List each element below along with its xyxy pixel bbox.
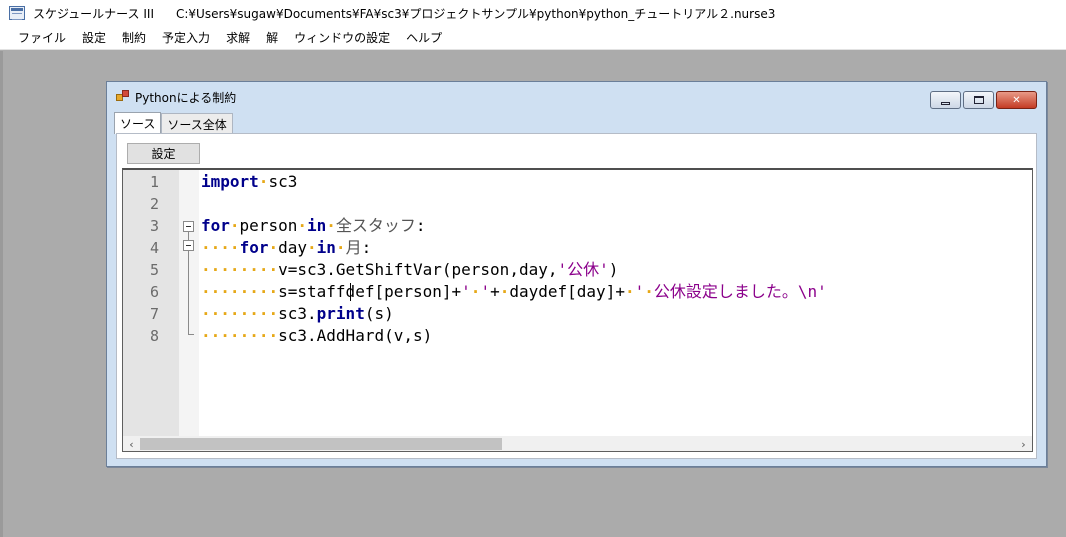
child-title-bar[interactable]: Pythonによる制約 ✕ xyxy=(107,82,1046,112)
tab-source[interactable]: ソース xyxy=(114,112,162,134)
app-title-bar: スケジュールナース III C:¥Users¥sugaw¥Documents¥F… xyxy=(0,0,1066,26)
menu-help[interactable]: ヘルプ xyxy=(398,27,450,48)
line-number: 6 xyxy=(149,283,159,301)
menu-schedule-input[interactable]: 予定入力 xyxy=(154,27,218,48)
scrollbar-thumb[interactable] xyxy=(140,438,502,450)
menu-solve[interactable]: 求解 xyxy=(218,27,258,48)
scroll-right-icon[interactable]: › xyxy=(1015,436,1032,451)
minimize-icon xyxy=(941,101,950,105)
fold-end-marker xyxy=(188,334,194,335)
code-line-8[interactable]: ········sc3.AddHard(v,s) xyxy=(201,325,432,347)
window-controls: ✕ xyxy=(930,91,1037,109)
maximize-button[interactable] xyxy=(963,91,994,109)
line-number: 1 xyxy=(149,173,159,191)
menu-settings[interactable]: 設定 xyxy=(74,27,114,48)
menu-window-settings[interactable]: ウィンドウの設定 xyxy=(286,27,398,48)
window-icon xyxy=(116,90,130,104)
line-number: 7 xyxy=(149,305,159,323)
code-editor[interactable]: 1 2 3 4 5 6 7 8 import·sc3 for·person·in… xyxy=(122,168,1033,452)
mdi-left-edge xyxy=(0,51,3,537)
tab-strip: ソース ソース全体 xyxy=(114,112,233,134)
child-window-title: Pythonによる制約 xyxy=(135,90,237,105)
app-window-icon xyxy=(9,6,25,20)
fold-toggle-line-4[interactable] xyxy=(183,240,194,251)
fold-line xyxy=(188,232,189,240)
settings-button[interactable]: 設定 xyxy=(127,143,200,164)
line-number: 2 xyxy=(149,195,159,213)
code-line-3[interactable]: for·person·in·全スタッフ: xyxy=(201,215,426,237)
fold-line xyxy=(188,251,189,334)
minimize-button[interactable] xyxy=(930,91,961,109)
line-number-gutter: 1 2 3 4 5 6 7 8 xyxy=(123,170,179,436)
close-button[interactable]: ✕ xyxy=(996,91,1037,109)
code-line-1[interactable]: import·sc3 xyxy=(201,171,297,193)
line-number: 4 xyxy=(149,239,159,257)
line-number: 8 xyxy=(149,327,159,345)
file-path: C:¥Users¥sugaw¥Documents¥FA¥sc3¥プロジェクトサン… xyxy=(176,6,776,21)
horizontal-scrollbar[interactable]: ‹ › xyxy=(123,436,1032,451)
tab-source-all[interactable]: ソース全体 xyxy=(161,113,233,134)
fold-margin xyxy=(179,170,199,436)
menu-solution[interactable]: 解 xyxy=(258,27,286,48)
app-name: スケジュールナース III xyxy=(33,6,154,21)
code-line-4[interactable]: ····for·day·in·月: xyxy=(201,237,371,259)
line-number: 3 xyxy=(149,217,159,235)
menu-file[interactable]: ファイル xyxy=(10,27,74,48)
menu-constraints[interactable]: 制約 xyxy=(114,27,154,48)
close-icon: ✕ xyxy=(1012,94,1021,106)
fold-toggle-line-3[interactable] xyxy=(183,221,194,232)
text-caret xyxy=(350,283,351,301)
line-number: 5 xyxy=(149,261,159,279)
code-line-7[interactable]: ········sc3.print(s) xyxy=(201,303,394,325)
python-constraint-window: Pythonによる制約 ✕ ソース ソース全体 設定 1 2 3 4 5 6 7… xyxy=(106,81,1047,467)
code-line-6[interactable]: ········s=staffdef[person]+'·'+·daydef[d… xyxy=(201,281,827,303)
tab-panel: 設定 1 2 3 4 5 6 7 8 import·sc3 for·person… xyxy=(116,133,1037,459)
maximize-icon xyxy=(973,96,984,104)
code-line-5[interactable]: ········v=sc3.GetShiftVar(person,day,'公休… xyxy=(201,259,618,281)
menu-bar: ファイル 設定 制約 予定入力 求解 解 ウィンドウの設定 ヘルプ xyxy=(0,26,1066,50)
scroll-left-icon[interactable]: ‹ xyxy=(123,436,140,451)
